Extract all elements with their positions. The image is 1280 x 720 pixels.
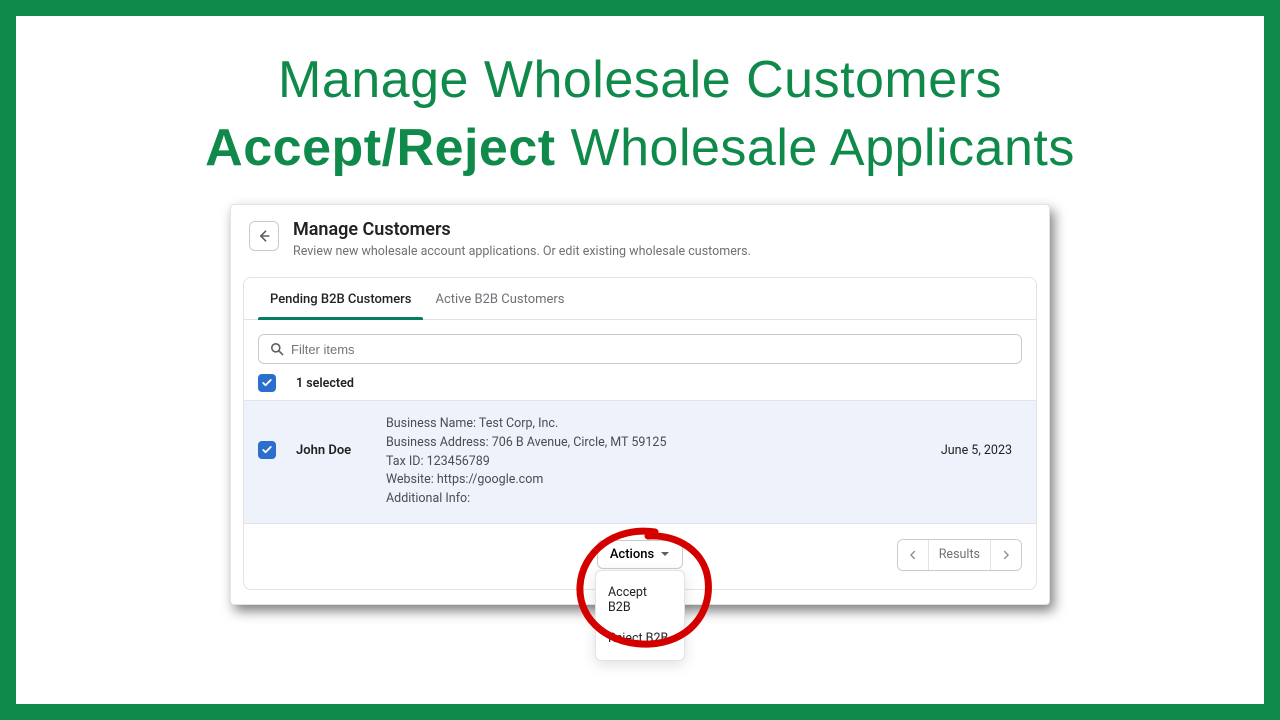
row-additional-info: Additional Info: (386, 490, 941, 509)
select-all-checkbox[interactable] (258, 374, 276, 392)
row-checkbox[interactable] (258, 441, 276, 459)
pager-next[interactable] (991, 540, 1021, 570)
pager-prev[interactable] (898, 540, 928, 570)
caret-down-icon (660, 549, 670, 559)
tabs: Pending B2B Customers Active B2B Custome… (244, 278, 1036, 320)
select-all-row: 1 selected (244, 374, 1036, 401)
actions-area: Actions Accept B2B Reject B2B Results (244, 524, 1036, 589)
inner-frame: Manage Wholesale Customers Accept/Reject… (16, 16, 1264, 704)
row-tax-id: Tax ID: 123456789 (386, 453, 941, 472)
banner-line2-bold: Accept/Reject (205, 119, 555, 177)
filter-input[interactable] (291, 342, 1011, 357)
arrow-left-icon (256, 228, 272, 244)
chevron-left-icon (906, 548, 920, 562)
chevron-right-icon (999, 548, 1013, 562)
row-date: June 5, 2023 (941, 443, 1022, 458)
panel: Pending B2B Customers Active B2B Custome… (243, 277, 1037, 590)
row-website: Website: https://google.com (386, 471, 941, 490)
card-header: Manage Customers Review new wholesale ac… (231, 205, 1049, 271)
filter-row (244, 320, 1036, 374)
pager: Results (897, 539, 1022, 571)
row-business-name: Business Name: Test Corp, Inc. (386, 415, 941, 434)
actions-button-label: Actions (610, 547, 654, 562)
header-text: Manage Customers Review new wholesale ac… (293, 219, 751, 259)
row-details: Business Name: Test Corp, Inc. Business … (386, 415, 941, 509)
manage-customers-card: Manage Customers Review new wholesale ac… (230, 204, 1050, 605)
card-wrap: Manage Customers Review new wholesale ac… (230, 204, 1050, 605)
page-subtitle: Review new wholesale account application… (293, 244, 751, 259)
actions-dropdown: Accept B2B Reject B2B (595, 570, 685, 661)
banner-line2: Accept/Reject Wholesale Applicants (205, 118, 1075, 178)
reject-b2b-item[interactable]: Reject B2B (596, 623, 684, 654)
page-title: Manage Customers (293, 219, 751, 240)
tab-pending[interactable]: Pending B2B Customers (258, 278, 423, 319)
banner-line2-rest: Wholesale Applicants (556, 119, 1075, 177)
check-icon (261, 377, 273, 389)
banner: Manage Wholesale Customers Accept/Reject… (205, 50, 1075, 178)
tab-active[interactable]: Active B2B Customers (423, 278, 576, 319)
outer-frame: Manage Wholesale Customers Accept/Reject… (0, 0, 1280, 720)
filter-input-wrap[interactable] (258, 334, 1022, 364)
pager-label: Results (928, 540, 991, 570)
row-name: John Doe (296, 443, 386, 458)
search-icon (269, 341, 285, 357)
row-business-address: Business Address: 706 B Avenue, Circle, … (386, 434, 941, 453)
actions-button[interactable]: Actions (597, 540, 683, 569)
accept-b2b-item[interactable]: Accept B2B (596, 577, 684, 623)
selection-count: 1 selected (296, 376, 354, 391)
back-button[interactable] (249, 221, 279, 251)
table-row[interactable]: John Doe Business Name: Test Corp, Inc. … (244, 401, 1036, 524)
banner-line1: Manage Wholesale Customers (205, 50, 1075, 110)
check-icon (261, 444, 273, 456)
